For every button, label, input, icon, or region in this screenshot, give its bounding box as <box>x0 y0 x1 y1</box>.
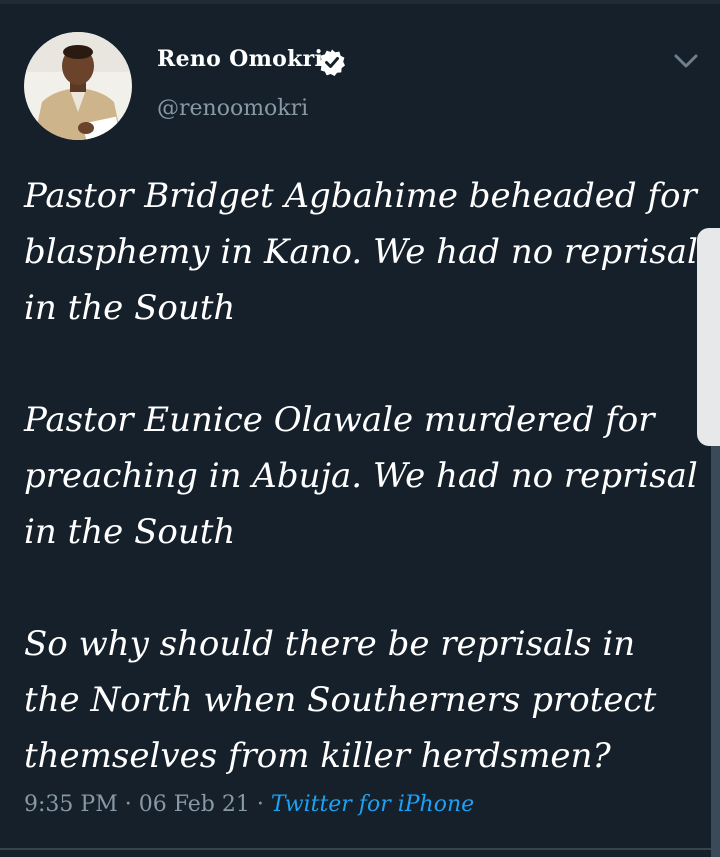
tweet-paragraph: So why should there be reprisals in the … <box>24 616 704 784</box>
tweet-date[interactable]: 06 Feb 21 <box>139 792 250 817</box>
avatar-image <box>24 32 132 140</box>
meta-separator: · <box>249 792 271 817</box>
tweet-line: Pastor Eunice Olawale murdered for <box>24 400 655 440</box>
avatar[interactable] <box>24 32 132 140</box>
tweet-line: in the South <box>24 512 236 552</box>
scrollbar-track[interactable] <box>711 388 720 857</box>
tweet-line: Pastor Bridget Agbahime beheaded for <box>24 176 697 216</box>
tweet-line: blasphemy in Kano. We had no reprisal <box>24 232 698 272</box>
tweet-line: So why should there be reprisals in <box>24 624 636 664</box>
tweet-line: the North when Southerners protect <box>24 680 657 720</box>
meta-separator: · <box>117 792 139 817</box>
tweet-line: in the South <box>24 288 236 328</box>
scrollbar-thumb[interactable] <box>697 228 720 446</box>
tweet-line: preaching in Abuja. We had no reprisal <box>24 456 698 496</box>
verified-badge-icon <box>318 49 345 76</box>
chevron-down-icon[interactable] <box>672 50 700 72</box>
tweet-source-link[interactable]: Twitter for iPhone <box>271 792 474 817</box>
tweet-text: Pastor Bridget Agbahime beheaded for bla… <box>24 168 704 784</box>
tweet-screen: Reno Omokri @renoomokri Pastor Bridget A… <box>0 0 720 857</box>
tweet-metadata: 9:35 PM · 06 Feb 21 · Twitter for iPhone <box>24 792 474 817</box>
top-divider <box>0 0 720 4</box>
tweet-line: themselves from killer herdsmen? <box>24 736 611 776</box>
tweet-time[interactable]: 9:35 PM <box>24 792 118 817</box>
bottom-divider <box>0 848 720 850</box>
tweet-paragraph: Pastor Bridget Agbahime beheaded for bla… <box>24 168 704 336</box>
display-name[interactable]: Reno Omokri <box>157 46 323 72</box>
user-handle[interactable]: @renoomokri <box>157 96 308 121</box>
tweet-paragraph: Pastor Eunice Olawale murdered for preac… <box>24 392 704 560</box>
